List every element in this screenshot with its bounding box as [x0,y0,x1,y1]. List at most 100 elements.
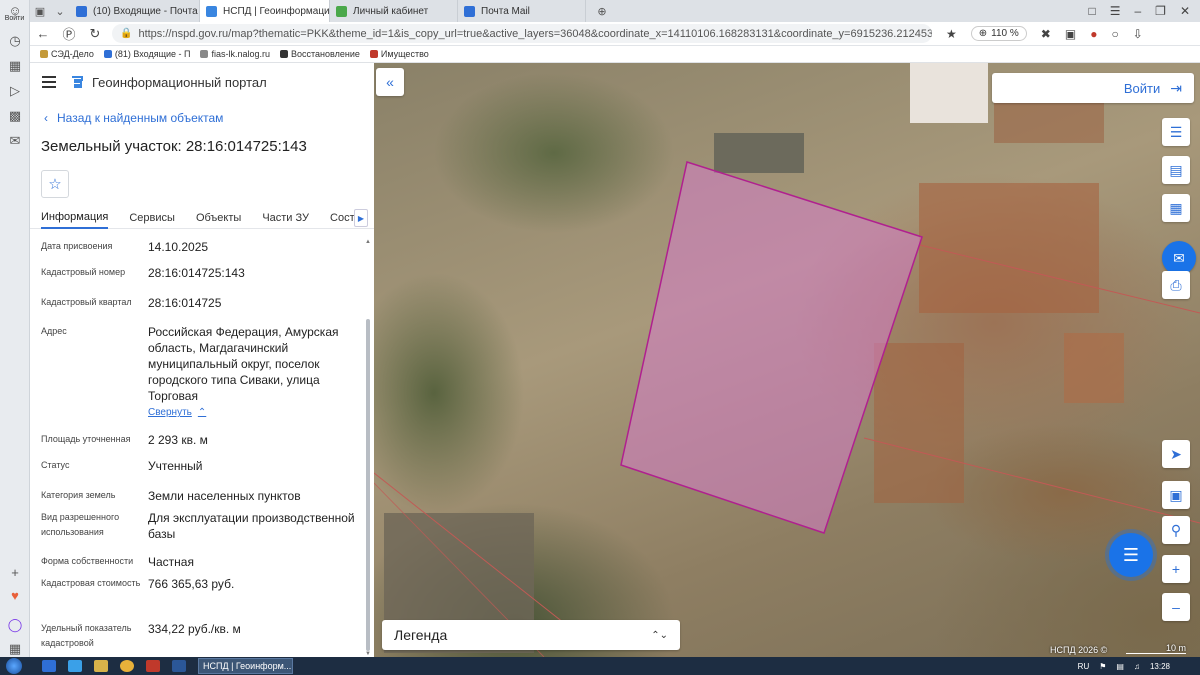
bookmark-restore[interactable]: Восстановление [280,49,360,59]
login-icon: ⇥ [1170,79,1182,96]
new-tab-icon[interactable]: ⊕ [592,5,612,18]
support-chat-icon: ✉ [1173,249,1185,266]
select-area-icon: ▦ [1169,199,1183,216]
clock[interactable]: 13:28 [1150,662,1170,671]
word-icon[interactable] [172,660,186,672]
select-area-button[interactable]: ▦ [1162,194,1190,222]
alice-icon[interactable]: ◯ [0,612,30,637]
extension-icon-2[interactable]: ▣ [1065,27,1076,41]
play-icon[interactable]: ▷ [0,78,30,103]
ruler-button[interactable]: ▤ [1162,156,1190,184]
legend-dropdown[interactable]: Легенда ⌃⌄ [382,620,680,650]
collapse-panel-button[interactable]: « [376,68,404,96]
tabs-scroll-right-icon[interactable]: ▶ [354,209,368,227]
tab-mail2[interactable]: Почта Mail [458,0,586,22]
bookmark-property[interactable]: Имущество [369,49,429,59]
address-bar: ← Ⓟ ↻ 🔒 https://nspd.gov.ru/map?thematic… [30,22,1200,46]
language-indicator[interactable]: RU [1078,662,1090,671]
cabinet-favicon-icon [336,5,347,17]
tab-nspd[interactable]: НСПД | Геоинформаци ✕ [200,0,330,22]
tab-bar: ▣ ⌄ (10) Входящие - Почта Ма НСПД | Геои… [30,0,1200,22]
bookmark-star-icon[interactable]: ★ [946,27,957,41]
map-view[interactable]: « Войти ⇥ ☰ ▤ ▦ ✉ ⎙ ➤ ▣ ⚲ ☰ + – Легенда … [374,63,1200,657]
plus-icon: + [1171,561,1181,577]
geolocation-button[interactable]: ➤ [1162,440,1190,468]
mail-favicon-icon [76,5,87,17]
extension-icon-3[interactable]: ● [1090,27,1097,41]
prop-row-address: Адрес Российская Федерация, Амурская обл… [41,325,339,418]
explorer-icon[interactable] [94,660,108,672]
prop-row: Форма собственности Частная [41,555,194,569]
history-icon[interactable]: ◷ [0,28,30,53]
pdf-icon[interactable] [146,660,160,672]
collections-icon[interactable]: ▦ [0,53,30,78]
yandex-icon[interactable]: Ⓟ [56,24,82,43]
layers-button[interactable]: ☰ [1162,118,1190,146]
back-to-results-link[interactable]: ‹ Назад к найденным объектам [30,107,374,129]
start-button[interactable] [6,658,22,674]
extension-icon-4[interactable]: ○ [1111,27,1118,41]
basemap-button[interactable]: ▣ [1162,481,1190,509]
window-controls: □ ☰ – ❐ ✕ [1088,4,1200,18]
tab-objects[interactable]: Объекты [196,207,241,229]
flag-icon[interactable]: ⚑ [1099,662,1106,671]
nspd-favicon-icon [206,5,217,17]
maximize-icon[interactable]: ❐ [1155,4,1166,18]
layers-icon: ☰ [1169,123,1183,140]
app-orange-icon[interactable]: ♥ [0,583,30,608]
scroll-up-icon[interactable]: ▲ [364,239,372,245]
prop-row: Категория земель Земли населенных пункто… [41,489,301,503]
info-panel: Геоинформационный портал ‹ Назад к найде… [30,63,374,657]
chevron-left-icon: ‹ [44,111,48,125]
login-button[interactable]: Войти ⇥ [992,73,1194,103]
tab-cabinet[interactable]: Личный кабинет [330,0,458,22]
chrome-icon[interactable] [42,660,56,672]
collapse-address-link[interactable]: Свернуть ⌃ [148,407,206,418]
zoom-in-button[interactable]: + [1162,555,1190,583]
folder-icon [40,50,48,58]
folder-icon [280,50,289,58]
bookmark-page-icon[interactable]: □ [1088,4,1095,18]
hamburger-menu-icon[interactable] [42,73,56,91]
panel-scrollbar[interactable]: ▲ ▼ [364,239,372,657]
zoom-out-button[interactable]: – [1162,593,1190,621]
chat-button[interactable]: ☰ [1109,533,1153,577]
lock-icon: 🔒 [120,28,133,39]
favorite-star-button[interactable]: ☆ [41,170,69,198]
back-arrow-icon[interactable]: ← [30,26,56,41]
search-location-button[interactable]: ⚲ [1162,516,1190,544]
tab-list-chevron-icon[interactable]: ⌄ [50,5,70,18]
add-icon[interactable]: + [0,560,30,585]
volume-icon[interactable]: ♫ [1134,662,1140,671]
tab-count-icon[interactable]: ▣ [30,5,50,18]
panel-header: Геоинформационный портал [30,63,374,101]
download-icon[interactable]: ⇩ [1133,27,1143,41]
bookmark-fias[interactable]: fias-lk.nalog.ru [200,49,270,59]
reload-icon[interactable]: ↻ [82,26,108,42]
support-button[interactable]: ✉ [1162,241,1196,275]
chevron-up-icon: ⌃ [197,407,207,418]
extension-icon-1[interactable]: ✖ [1041,27,1051,41]
taskbar-active-window[interactable]: НСПД | Геоинформ... [198,658,293,674]
zoom-badge[interactable]: ⊕ 110 % [970,26,1027,41]
mail2-favicon-icon [464,5,475,17]
tab-services[interactable]: Сервисы [129,207,175,229]
network-icon[interactable]: ▤ [1116,662,1124,671]
chrome-browser-icon[interactable] [120,660,134,672]
minimize-icon[interactable]: – [1134,4,1141,18]
app-icon[interactable]: ▩ [0,103,30,128]
bookmark-sed[interactable]: СЭД-Дело [40,49,94,59]
print-button[interactable]: ⎙ [1162,271,1190,299]
scroll-thumb[interactable] [366,319,370,651]
close-window-icon[interactable]: ✕ [1180,4,1190,18]
tab-mail[interactable]: (10) Входящие - Почта Ма [70,0,200,22]
mail-icon [103,50,112,58]
ie-icon[interactable] [68,660,82,672]
browser-login-label[interactable]: Войти [0,15,29,22]
mail-icon[interactable]: ✉ [0,128,30,153]
tab-information[interactable]: Информация [41,207,109,229]
bookmark-inbox[interactable]: (81) Входящие - П [103,49,190,59]
url-field[interactable]: 🔒 https://nspd.gov.ru/map?thematic=PKK&t… [112,24,932,43]
tab-parts[interactable]: Части ЗУ [262,207,309,229]
menu-icon[interactable]: ☰ [1110,4,1121,18]
